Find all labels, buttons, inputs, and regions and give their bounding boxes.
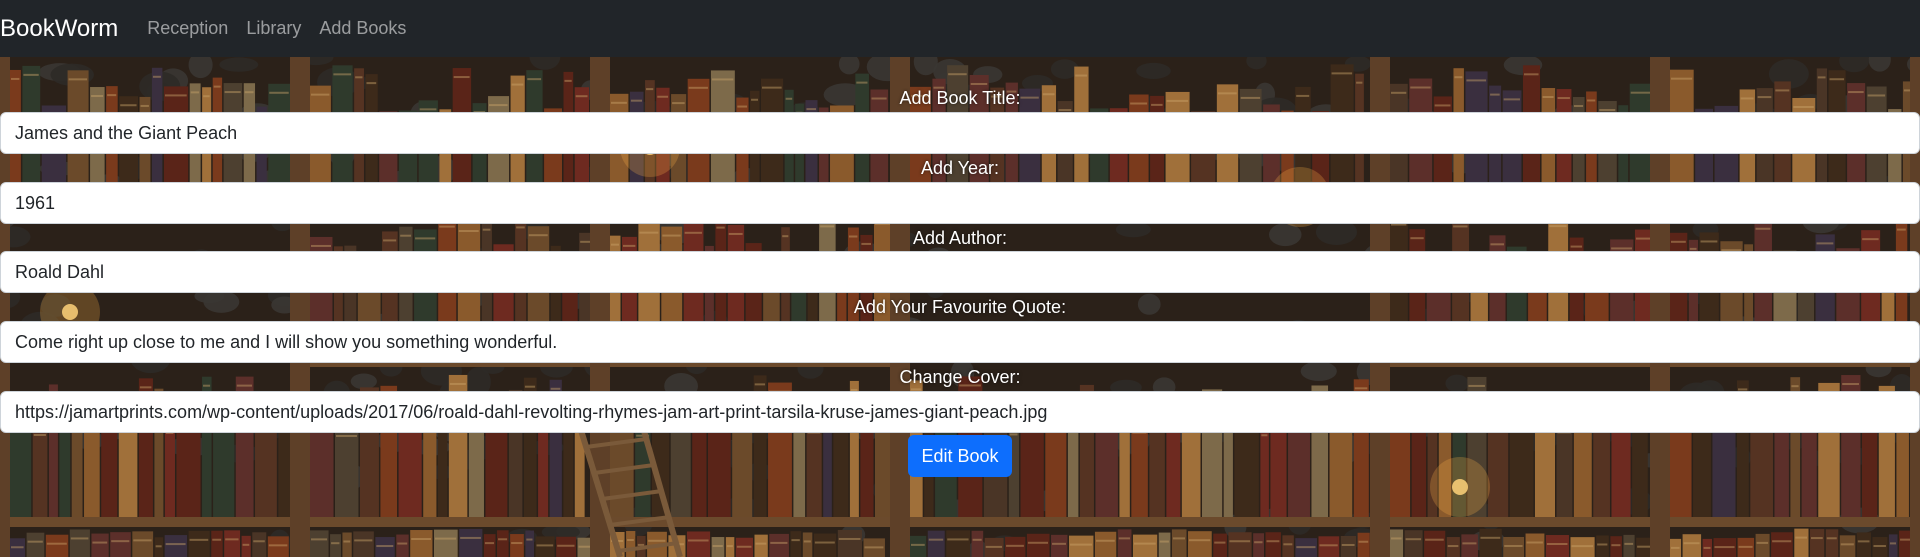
edit-book-form: Add Book Title: Add Year: Add Author: Ad… xyxy=(0,57,1920,557)
favourite-quote-label: Add Your Favourite Quote: xyxy=(853,297,1067,317)
author-label: Add Author: xyxy=(912,228,1008,248)
cover-url-input[interactable] xyxy=(0,391,1920,433)
nav-link-reception[interactable]: Reception xyxy=(138,18,237,39)
edit-book-button[interactable]: Edit Book xyxy=(908,435,1012,477)
book-title-input[interactable] xyxy=(0,112,1920,154)
year-label: Add Year: xyxy=(920,158,1000,178)
year-input[interactable] xyxy=(0,182,1920,224)
book-title-label: Add Book Title: xyxy=(899,88,1021,108)
nav-link-add-books[interactable]: Add Books xyxy=(310,18,415,39)
nav-link-library[interactable]: Library xyxy=(237,18,310,39)
brand-logo-link[interactable]: BookWorm xyxy=(0,15,118,43)
cover-url-label: Change Cover: xyxy=(899,367,1021,387)
top-navbar: BookWorm Reception Library Add Books xyxy=(0,0,1920,57)
author-input[interactable] xyxy=(0,251,1920,293)
favourite-quote-input[interactable] xyxy=(0,321,1920,363)
